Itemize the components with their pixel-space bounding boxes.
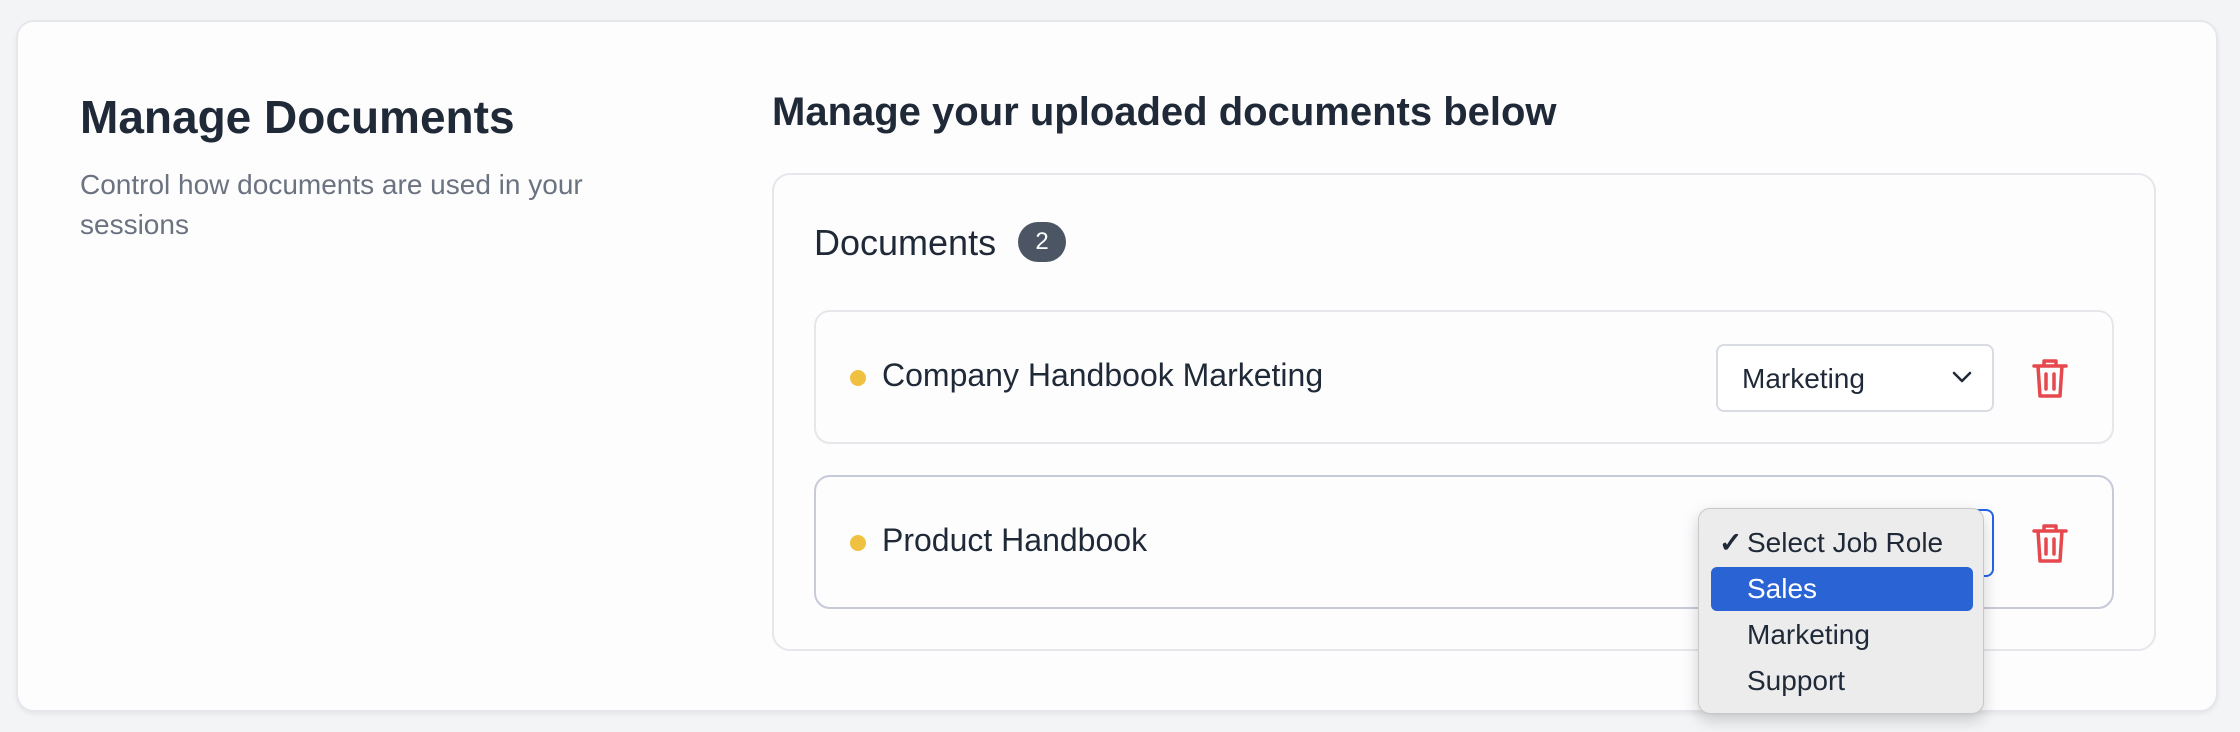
documents-title: Documents xyxy=(814,222,997,263)
dropdown-option-sales[interactable]: Sales xyxy=(1711,567,1973,611)
dropdown-option-label: Sales xyxy=(1747,573,1818,604)
page-title: Manage Documents xyxy=(80,91,515,143)
job-role-dropdown-menu: ✓ Select Job Role Sales Marketing Suppor… xyxy=(1698,508,1984,714)
dropdown-option-select-job-role[interactable]: ✓ Select Job Role xyxy=(1711,521,1973,565)
document-row: Company Handbook Marketing Marketing xyxy=(814,310,2114,444)
dropdown-option-support[interactable]: Support xyxy=(1711,659,1973,703)
status-dot xyxy=(850,535,866,551)
job-role-select-value: Marketing xyxy=(1742,363,1865,394)
chevron-down-icon xyxy=(1952,371,1972,383)
dropdown-option-label: Select Job Role xyxy=(1747,527,1944,558)
dropdown-option-label: Marketing xyxy=(1747,619,1870,650)
page-subtitle: Control how documents are used in your s… xyxy=(80,169,583,240)
document-name: Company Handbook Marketing xyxy=(882,357,1324,393)
trash-icon[interactable] xyxy=(2030,521,2070,565)
checkmark-icon: ✓ xyxy=(1719,527,1743,558)
status-dot xyxy=(850,370,866,386)
documents-count-badge: 2 xyxy=(1018,222,1066,262)
dropdown-option-label: Support xyxy=(1747,665,1846,696)
trash-icon[interactable] xyxy=(2030,356,2070,400)
dropdown-option-marketing[interactable]: Marketing xyxy=(1711,613,1973,657)
section-heading: Manage your uploaded documents below xyxy=(772,90,1557,134)
job-role-select[interactable]: Marketing xyxy=(1716,344,1994,412)
document-name: Product Handbook xyxy=(882,522,1148,558)
